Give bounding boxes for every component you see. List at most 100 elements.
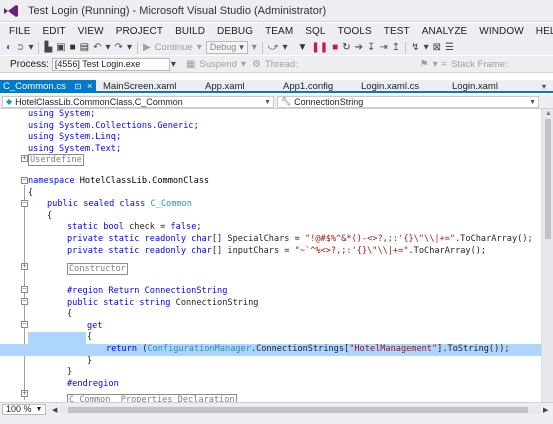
code-line: using System;	[28, 109, 96, 119]
tool-icon[interactable]: ▼	[296, 41, 310, 54]
code-line: {	[87, 332, 93, 343]
code-line: static bool check = false;	[67, 222, 202, 233]
flag-dropdown-icon[interactable]: ▾	[431, 58, 440, 71]
code-line: private static readonly char[] SpecialCh…	[67, 234, 533, 244]
tab-overflow-icon[interactable]: ▾	[540, 80, 548, 93]
code-line: namespace HotelClassLib.CommonClass	[28, 176, 210, 186]
save-icon[interactable]: ■	[68, 41, 78, 54]
code-line-selected: return (ConfigurationManager.ConnectionS…	[0, 344, 541, 356]
suspend-button[interactable]: Suspend	[197, 58, 239, 71]
code-editor[interactable]: + − − + − − − + using System; using Syst…	[0, 109, 541, 402]
menu-team[interactable]: TEAM	[259, 26, 299, 37]
chevron-down-icon: ▼	[264, 99, 271, 106]
menu-view[interactable]: VIEW	[72, 26, 110, 37]
list-icon[interactable]: ☰	[443, 41, 456, 54]
process-select[interactable]: [4556] Test Login.exe	[51, 57, 170, 71]
code-line: #region Return ConnectionString	[67, 286, 228, 296]
continue-icon[interactable]: ▶	[141, 41, 153, 54]
collapsed-region[interactable]: Userdefine	[28, 154, 84, 167]
zoom-select[interactable]: 100 % ▼	[2, 404, 47, 415]
menu-window[interactable]: WINDOW	[473, 26, 529, 37]
tab-login-xaml-cs[interactable]: Login.xaml.cs	[358, 80, 422, 93]
restart-icon[interactable]: ↻	[340, 41, 352, 54]
undo-dropdown-icon[interactable]: ▾	[104, 41, 113, 54]
code-line: public sealed class C_Common	[47, 199, 192, 210]
toggle-icon[interactable]: ⊠	[431, 41, 443, 54]
step-icon[interactable]: ⤻	[266, 41, 281, 54]
vertical-scrollbar[interactable]: ▲	[541, 109, 553, 402]
platform-dropdown-icon[interactable]: ▾	[250, 41, 259, 54]
back-icon[interactable]: ◐	[4, 41, 14, 54]
collapsed-region[interactable]: Constructor	[67, 263, 128, 275]
stop-icon[interactable]: ■	[330, 41, 340, 54]
dropdown-arrow-icon[interactable]: ▾	[26, 41, 35, 54]
menu-edit[interactable]: EDIT	[37, 26, 72, 37]
close-icon[interactable]: ×	[87, 81, 93, 92]
collapsed-region[interactable]: C_Common Properties Declaration	[67, 394, 237, 402]
undo-icon[interactable]: ↶	[91, 41, 103, 54]
threads-icon[interactable]: ≈	[440, 58, 450, 71]
configuration-select[interactable]: Debug ▾	[205, 41, 248, 54]
menu-help[interactable]: HELP	[530, 26, 553, 37]
scrollbar-thumb[interactable]	[545, 119, 551, 239]
code-line: using System.Collections.Generic;	[28, 120, 199, 131]
code-line: public static string ConnectionString	[67, 297, 259, 308]
menu-tools[interactable]: TOOLS	[332, 26, 378, 37]
code-line: C_Common Properties Declaration	[0, 394, 541, 402]
comment-icon[interactable]: ↯	[409, 41, 421, 54]
step-dropdown-icon[interactable]: ▾	[280, 41, 289, 54]
code-line: }	[67, 367, 73, 378]
chevron-down-icon: ▼	[35, 406, 43, 413]
tab-c-common-cs[interactable]: C_Common.cs ⊡ ×	[0, 80, 96, 93]
menu-build[interactable]: BUILD	[169, 26, 211, 37]
step-over-icon[interactable]: ⇥	[377, 41, 389, 54]
save-all-icon[interactable]: ▤	[78, 41, 91, 54]
menu-bar: FILE EDIT VIEW PROJECT BUILD DEBUG TEAM …	[0, 23, 553, 40]
scroll-up-icon[interactable]: ▲	[545, 110, 552, 117]
pause-icon[interactable]: ❚❚	[309, 41, 330, 54]
tab-app1-config[interactable]: App1.config	[280, 80, 336, 93]
thread-label: Thread:	[264, 58, 298, 70]
document-tabs: C_Common.cs ⊡ × MainScreen.xaml App.xaml…	[0, 80, 553, 93]
title-bar: Test Login (Running) - Microsoft Visual …	[0, 0, 553, 22]
code-line: using System.Linq;	[28, 132, 122, 143]
process-dropdown-icon[interactable]: ▾	[169, 58, 178, 71]
flag-icon[interactable]: ⚑	[418, 58, 431, 71]
menu-test[interactable]: TEST	[378, 26, 416, 37]
visual-studio-logo-icon	[0, 0, 22, 22]
menu-project[interactable]: PROJECT	[110, 26, 169, 37]
scrollbar-thumb[interactable]	[68, 407, 528, 413]
menu-file[interactable]: FILE	[3, 26, 37, 37]
menu-sql[interactable]: SQL	[299, 26, 331, 37]
redo-icon[interactable]: ↷	[113, 41, 125, 54]
debug-location-toolbar: Process: [4556] Test Login.exe ▾ ▦ Suspe…	[0, 56, 553, 73]
member-scope-select[interactable]: 🔧︎ ConnectionString ▼	[277, 96, 539, 108]
code-line: {	[47, 210, 53, 221]
tab-app-xaml[interactable]: App.xaml	[202, 80, 248, 93]
comment-dropdown-icon[interactable]: ▾	[422, 41, 431, 54]
code-line: private static readonly char[] inputChar…	[67, 245, 487, 256]
suspend-dropdown-icon[interactable]: ▾	[239, 58, 248, 71]
tab-login-xaml[interactable]: Login.xaml	[449, 80, 501, 93]
new-item-icon[interactable]: ▙	[42, 41, 54, 54]
show-next-statement-icon[interactable]: ➔	[353, 41, 365, 54]
suspend-icon[interactable]: ▦	[184, 58, 197, 71]
code-line: Userdefine	[0, 154, 541, 167]
menu-debug[interactable]: DEBUG	[211, 26, 259, 37]
output-panel-edge	[0, 416, 553, 424]
editor-footer: 100 % ▼ ◀ ▶	[0, 402, 553, 416]
continue-dropdown-icon[interactable]: ▾	[195, 41, 204, 54]
class-icon: ◆	[6, 97, 13, 106]
step-into-icon[interactable]: ↧	[365, 41, 377, 54]
open-file-icon[interactable]: ▣	[54, 41, 67, 54]
horizontal-scrollbar[interactable]	[60, 406, 540, 414]
thread-icon: ⚙	[251, 58, 261, 70]
step-out-icon[interactable]: ↥	[390, 41, 402, 54]
pin-icon[interactable]: ⊡	[74, 82, 81, 91]
redo-dropdown-icon[interactable]: ▾	[125, 41, 134, 54]
continue-button[interactable]: Continue	[153, 41, 195, 54]
type-scope-select[interactable]: ◆ HotelClassLib.CommonClass.C_Common ▼	[2, 96, 274, 108]
menu-analyze[interactable]: ANALYZE	[416, 26, 474, 37]
tab-mainscreen-xaml[interactable]: MainScreen.xaml	[100, 80, 179, 93]
forward-icon[interactable]: ➲	[14, 41, 26, 54]
